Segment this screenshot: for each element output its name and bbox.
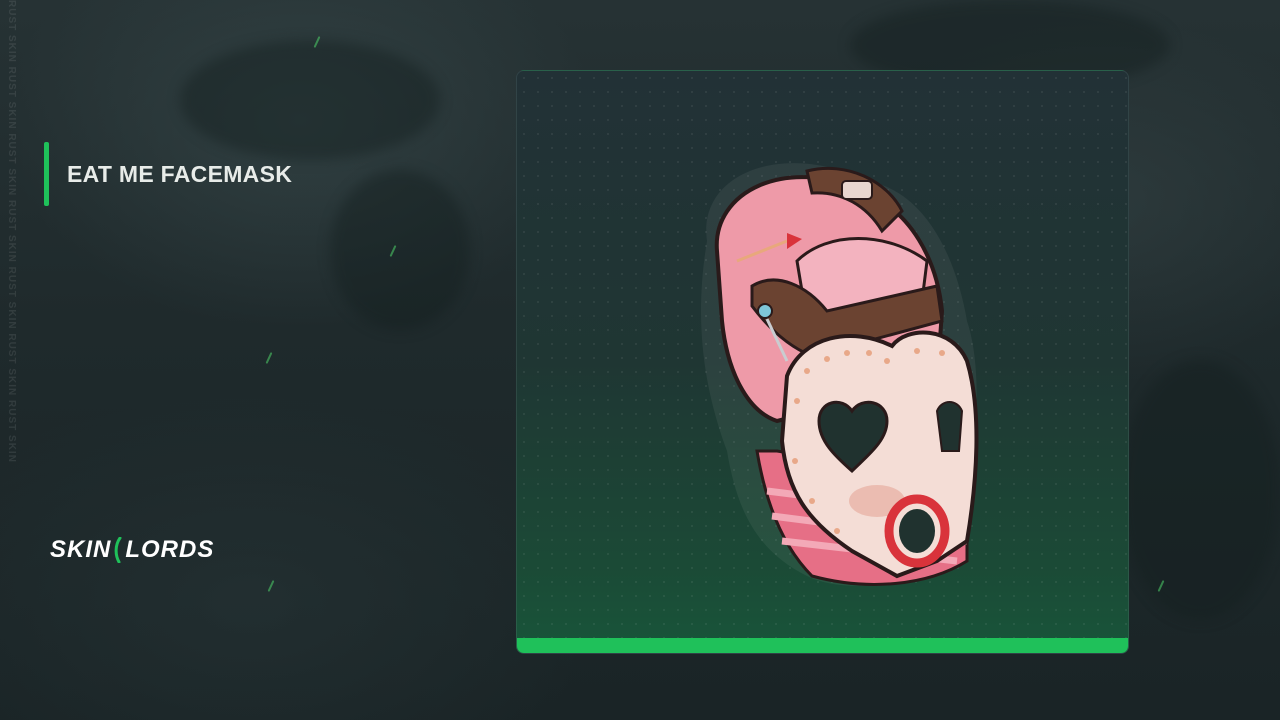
skinlords-logo: SKIN LORDS	[50, 536, 214, 564]
title-accent-bar	[44, 142, 49, 206]
background-tree	[1120, 360, 1280, 620]
background-tree	[330, 170, 470, 330]
facemask-image	[701, 163, 979, 586]
card-accent-bar	[517, 638, 1128, 653]
logo-text-left: SKIN	[50, 536, 112, 563]
logo-slash-icon	[114, 537, 122, 563]
item-title-block: EAT ME FACEMASK	[44, 142, 292, 206]
side-watermark: RUST SKIN RUST SKIN RUST SKIN RUST SKIN …	[6, 0, 17, 463]
item-title: EAT ME FACEMASK	[67, 160, 293, 187]
logo-text-right: LORDS	[125, 536, 215, 563]
item-card	[516, 70, 1129, 654]
